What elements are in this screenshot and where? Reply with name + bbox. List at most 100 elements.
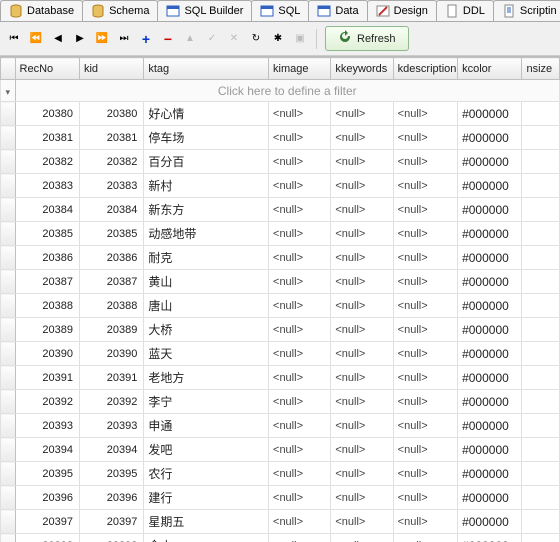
tab-sql[interactable]: SQL — [251, 0, 309, 21]
cell-kdescription[interactable]: <null> — [393, 270, 457, 294]
cell-kkeywords[interactable]: <null> — [331, 390, 393, 414]
cell-nsize[interactable] — [522, 102, 560, 126]
cell-kdescription[interactable]: <null> — [393, 102, 457, 126]
cell-kid[interactable]: 20389 — [79, 318, 143, 342]
cell-kimage[interactable]: <null> — [269, 246, 331, 270]
cell-kdescription[interactable]: <null> — [393, 294, 457, 318]
cell-nsize[interactable] — [522, 198, 560, 222]
cell-ktag[interactable]: 金山 — [144, 534, 269, 542]
cell-kimage[interactable]: <null> — [269, 198, 331, 222]
cell-ktag[interactable]: 发吧 — [144, 438, 269, 462]
table-row[interactable]: 2038520385动感地带<null><null><null>#000000 — [1, 222, 560, 246]
cell-recno[interactable]: 20398 — [15, 534, 79, 542]
cell-kcolor[interactable]: #000000 — [458, 318, 522, 342]
cell-nsize[interactable] — [522, 270, 560, 294]
delete-record-button[interactable]: − — [160, 31, 176, 47]
cell-kid[interactable]: 20390 — [79, 342, 143, 366]
cell-kdescription[interactable]: <null> — [393, 126, 457, 150]
table-row[interactable]: 2039320393申通<null><null><null>#000000 — [1, 414, 560, 438]
cell-nsize[interactable] — [522, 438, 560, 462]
cell-ktag[interactable]: 建行 — [144, 486, 269, 510]
cell-kcolor[interactable]: #000000 — [458, 342, 522, 366]
cell-ktag[interactable]: 老地方 — [144, 366, 269, 390]
cell-kimage[interactable]: <null> — [269, 486, 331, 510]
cell-recno[interactable]: 20390 — [15, 342, 79, 366]
tab-ddl[interactable]: DDL — [436, 0, 494, 21]
cell-nsize[interactable] — [522, 486, 560, 510]
cell-kimage[interactable]: <null> — [269, 462, 331, 486]
cell-kid[interactable]: 20383 — [79, 174, 143, 198]
cell-ktag[interactable]: 农行 — [144, 462, 269, 486]
cell-ktag[interactable]: 动感地带 — [144, 222, 269, 246]
header-kcolor[interactable]: kcolor — [458, 58, 522, 80]
cell-kimage[interactable]: <null> — [269, 174, 331, 198]
cell-kdescription[interactable]: <null> — [393, 222, 457, 246]
cell-ktag[interactable]: 停车场 — [144, 126, 269, 150]
header-recno[interactable]: RecNo — [15, 58, 79, 80]
refresh-button[interactable]: Refresh — [325, 26, 409, 51]
cell-kcolor[interactable]: #000000 — [458, 414, 522, 438]
cell-recno[interactable]: 20388 — [15, 294, 79, 318]
cell-kcolor[interactable]: #000000 — [458, 174, 522, 198]
header-nsize[interactable]: nsize — [522, 58, 560, 80]
tab-database[interactable]: Database — [0, 0, 83, 21]
table-row[interactable]: 2038920389大桥<null><null><null>#000000 — [1, 318, 560, 342]
cell-kkeywords[interactable]: <null> — [331, 150, 393, 174]
cell-kimage[interactable]: <null> — [269, 534, 331, 542]
cell-nsize[interactable] — [522, 174, 560, 198]
header-kdescription[interactable]: kdescription — [393, 58, 457, 80]
cell-recno[interactable]: 20380 — [15, 102, 79, 126]
cell-kkeywords[interactable]: <null> — [331, 438, 393, 462]
table-row[interactable]: 2038420384新东方<null><null><null>#000000 — [1, 198, 560, 222]
cell-ktag[interactable]: 申通 — [144, 414, 269, 438]
cell-kcolor[interactable]: #000000 — [458, 510, 522, 534]
header-kid[interactable]: kid — [79, 58, 143, 80]
cell-kdescription[interactable]: <null> — [393, 174, 457, 198]
table-row[interactable]: 2039620396建行<null><null><null>#000000 — [1, 486, 560, 510]
cell-kimage[interactable]: <null> — [269, 510, 331, 534]
cell-kdescription[interactable]: <null> — [393, 318, 457, 342]
cell-recno[interactable]: 20396 — [15, 486, 79, 510]
cell-kid[interactable]: 20391 — [79, 366, 143, 390]
table-row[interactable]: 2039520395农行<null><null><null>#000000 — [1, 462, 560, 486]
cell-kid[interactable]: 20384 — [79, 198, 143, 222]
cell-kkeywords[interactable]: <null> — [331, 294, 393, 318]
cell-ktag[interactable]: 蓝天 — [144, 342, 269, 366]
table-row[interactable]: 2038820388唐山<null><null><null>#000000 — [1, 294, 560, 318]
cell-ktag[interactable]: 新东方 — [144, 198, 269, 222]
cell-recno[interactable]: 20392 — [15, 390, 79, 414]
cell-ktag[interactable]: 星期五 — [144, 510, 269, 534]
cell-nsize[interactable] — [522, 366, 560, 390]
cell-ktag[interactable]: 百分百 — [144, 150, 269, 174]
cell-kcolor[interactable]: #000000 — [458, 294, 522, 318]
cell-kdescription[interactable]: <null> — [393, 486, 457, 510]
cell-kimage[interactable]: <null> — [269, 438, 331, 462]
cell-kimage[interactable]: <null> — [269, 318, 331, 342]
cell-kdescription[interactable]: <null> — [393, 150, 457, 174]
cell-kkeywords[interactable]: <null> — [331, 486, 393, 510]
tab-sql-builder[interactable]: SQL Builder — [157, 0, 252, 21]
cell-kimage[interactable]: <null> — [269, 294, 331, 318]
cell-kcolor[interactable]: #000000 — [458, 246, 522, 270]
last-record-button[interactable]: ⏭ — [116, 31, 132, 47]
goto-bookmark-button[interactable]: ▣ — [292, 31, 308, 47]
cell-kdescription[interactable]: <null> — [393, 534, 457, 542]
cell-nsize[interactable] — [522, 246, 560, 270]
cell-kdescription[interactable]: <null> — [393, 414, 457, 438]
data-grid[interactable]: RecNo kid ktag kimage kkeywords kdescrip… — [0, 56, 560, 542]
cell-recno[interactable]: 20381 — [15, 126, 79, 150]
cell-kid[interactable]: 20381 — [79, 126, 143, 150]
post-button[interactable]: ✓ — [204, 31, 220, 47]
cell-kkeywords[interactable]: <null> — [331, 534, 393, 542]
cell-kimage[interactable]: <null> — [269, 270, 331, 294]
cell-kid[interactable]: 20397 — [79, 510, 143, 534]
cell-kkeywords[interactable]: <null> — [331, 270, 393, 294]
cell-kimage[interactable]: <null> — [269, 342, 331, 366]
cell-recno[interactable]: 20395 — [15, 462, 79, 486]
tab-scripting[interactable]: Scriptin — [493, 0, 560, 21]
cell-recno[interactable]: 20382 — [15, 150, 79, 174]
bookmark-button[interactable]: ✱ — [270, 31, 286, 47]
header-kkeywords[interactable]: kkeywords — [331, 58, 393, 80]
cancel-button[interactable]: ✕ — [226, 31, 242, 47]
cell-kid[interactable]: 20385 — [79, 222, 143, 246]
